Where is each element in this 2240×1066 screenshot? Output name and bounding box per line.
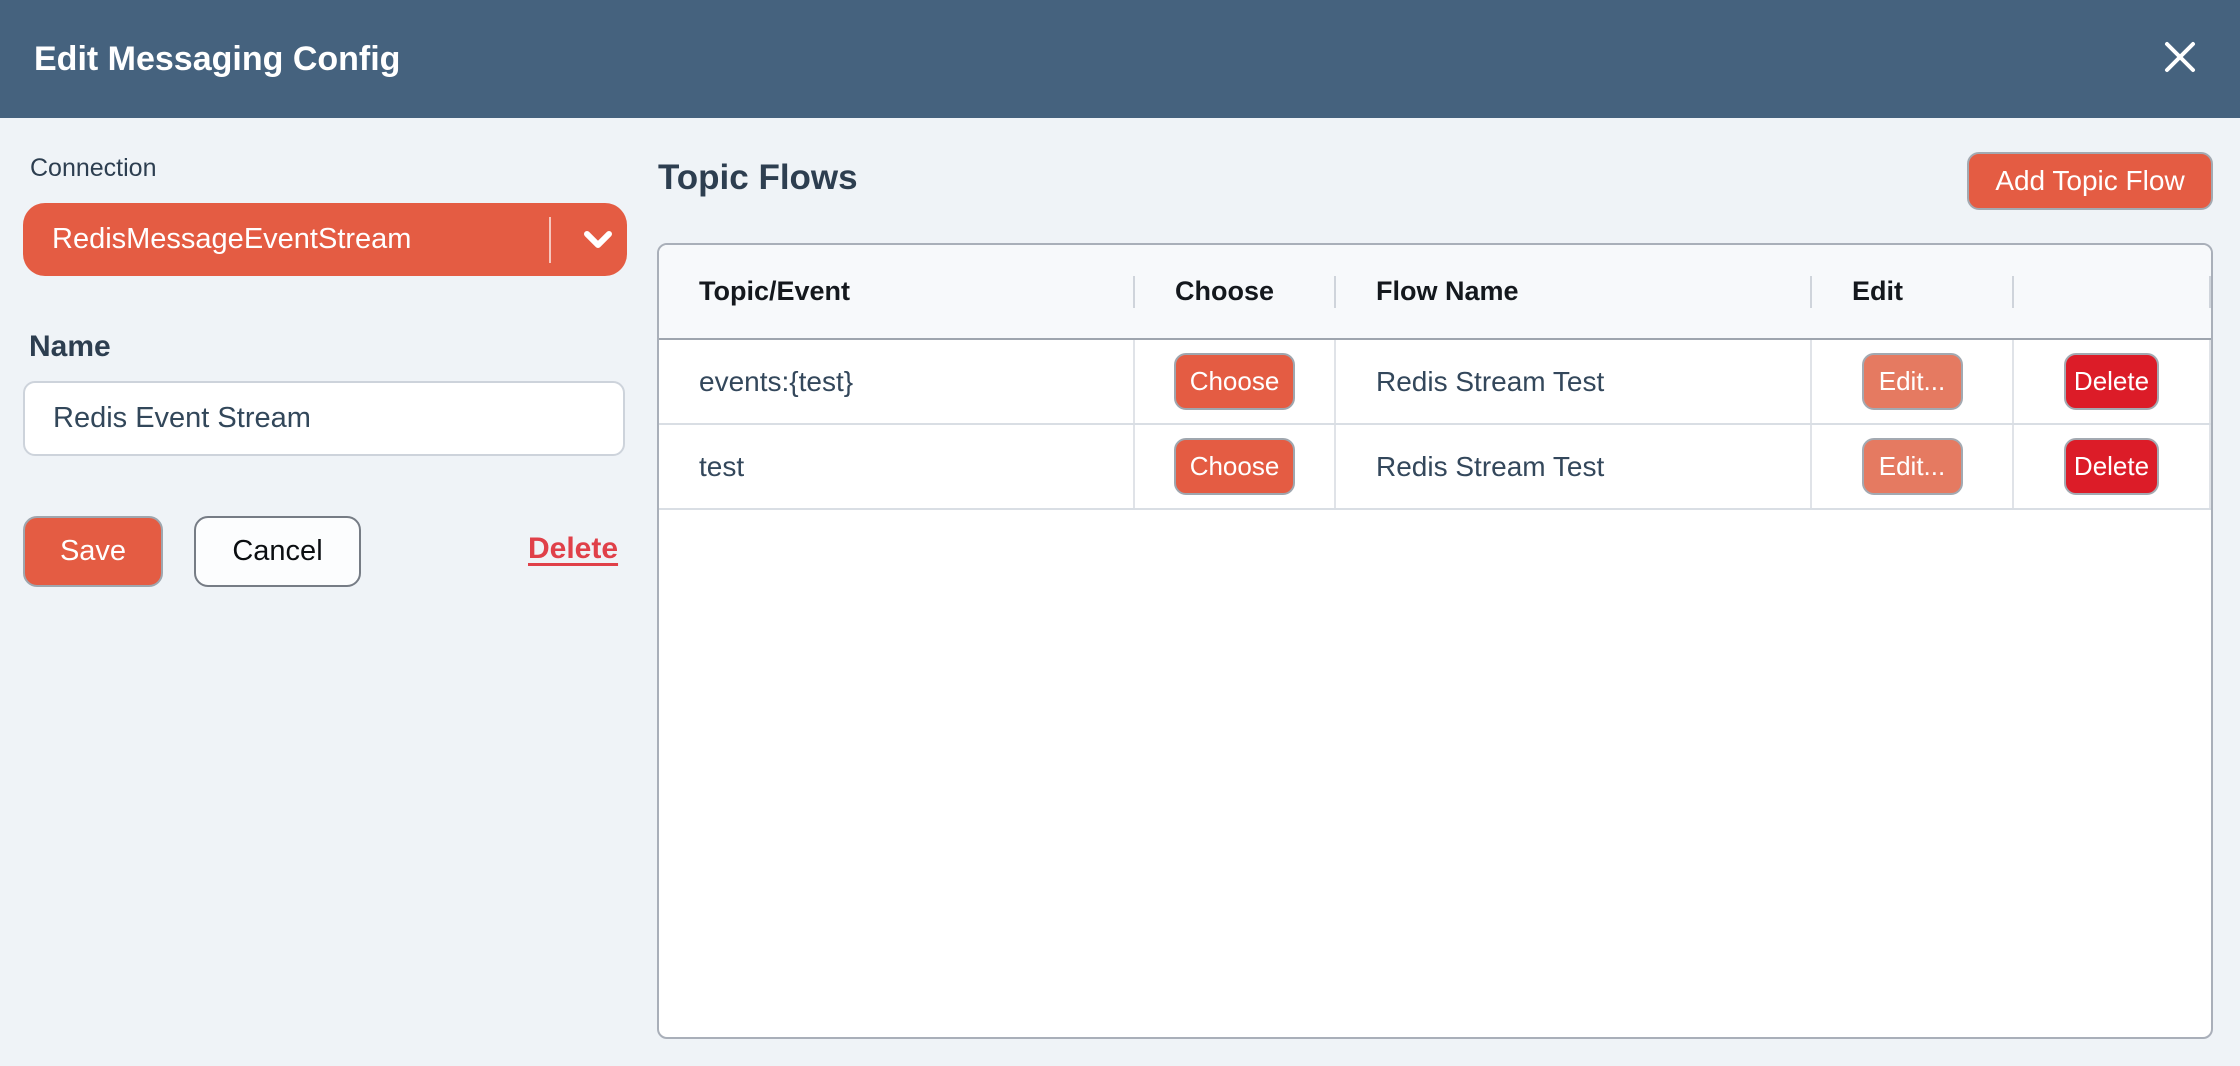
delete-row-button[interactable]: Delete — [2064, 353, 2159, 410]
delete-row-button[interactable]: Delete — [2064, 438, 2159, 495]
save-button[interactable]: Save — [23, 516, 163, 587]
flow-name-cell: Redis Stream Test — [1336, 425, 1812, 508]
modal-title: Edit Messaging Config — [34, 40, 400, 79]
column-header-topic-event: Topic/Event — [659, 245, 1135, 338]
table-header-row: Topic/Event Choose Flow Name Edit — [659, 245, 2211, 340]
topic-flows-table: Topic/Event Choose Flow Name Edit events… — [657, 243, 2213, 1039]
connection-label: Connection — [30, 154, 156, 183]
choose-button[interactable]: Choose — [1174, 353, 1295, 410]
edit-cell: Edit... — [1812, 340, 2014, 423]
column-header-flow-name: Flow Name — [1336, 245, 1812, 338]
close-button[interactable] — [2158, 37, 2202, 81]
name-input[interactable] — [23, 381, 625, 456]
delete-cell: Delete — [2014, 425, 2211, 508]
close-icon — [2162, 39, 2198, 80]
edit-cell: Edit... — [1812, 425, 2014, 508]
topic-event-cell: events:{test} — [659, 340, 1135, 423]
edit-button[interactable]: Edit... — [1862, 438, 1963, 495]
choose-cell: Choose — [1135, 425, 1336, 508]
select-divider — [549, 217, 551, 263]
name-label: Name — [29, 330, 111, 364]
table-row: test Choose Redis Stream Test Edit... De… — [659, 425, 2211, 510]
table-row: events:{test} Choose Redis Stream Test E… — [659, 340, 2211, 425]
edit-button[interactable]: Edit... — [1862, 353, 1963, 410]
connection-select[interactable]: RedisMessageEventStream — [23, 203, 627, 276]
delete-config-link[interactable]: Delete — [528, 532, 618, 566]
modal-header: Edit Messaging Config — [0, 0, 2240, 118]
connection-selected-value: RedisMessageEventStream — [52, 223, 549, 256]
flow-name-cell: Redis Stream Test — [1336, 340, 1812, 423]
column-header-edit: Edit — [1812, 245, 2014, 338]
choose-cell: Choose — [1135, 340, 1336, 423]
topic-flows-heading: Topic Flows — [658, 158, 858, 198]
delete-cell: Delete — [2014, 340, 2211, 423]
choose-button[interactable]: Choose — [1174, 438, 1295, 495]
column-header-actions — [2014, 245, 2211, 338]
add-topic-flow-button[interactable]: Add Topic Flow — [1967, 152, 2213, 210]
column-header-choose: Choose — [1135, 245, 1336, 338]
chevron-down-icon — [569, 230, 627, 250]
cancel-button[interactable]: Cancel — [194, 516, 361, 587]
topic-event-cell: test — [659, 425, 1135, 508]
